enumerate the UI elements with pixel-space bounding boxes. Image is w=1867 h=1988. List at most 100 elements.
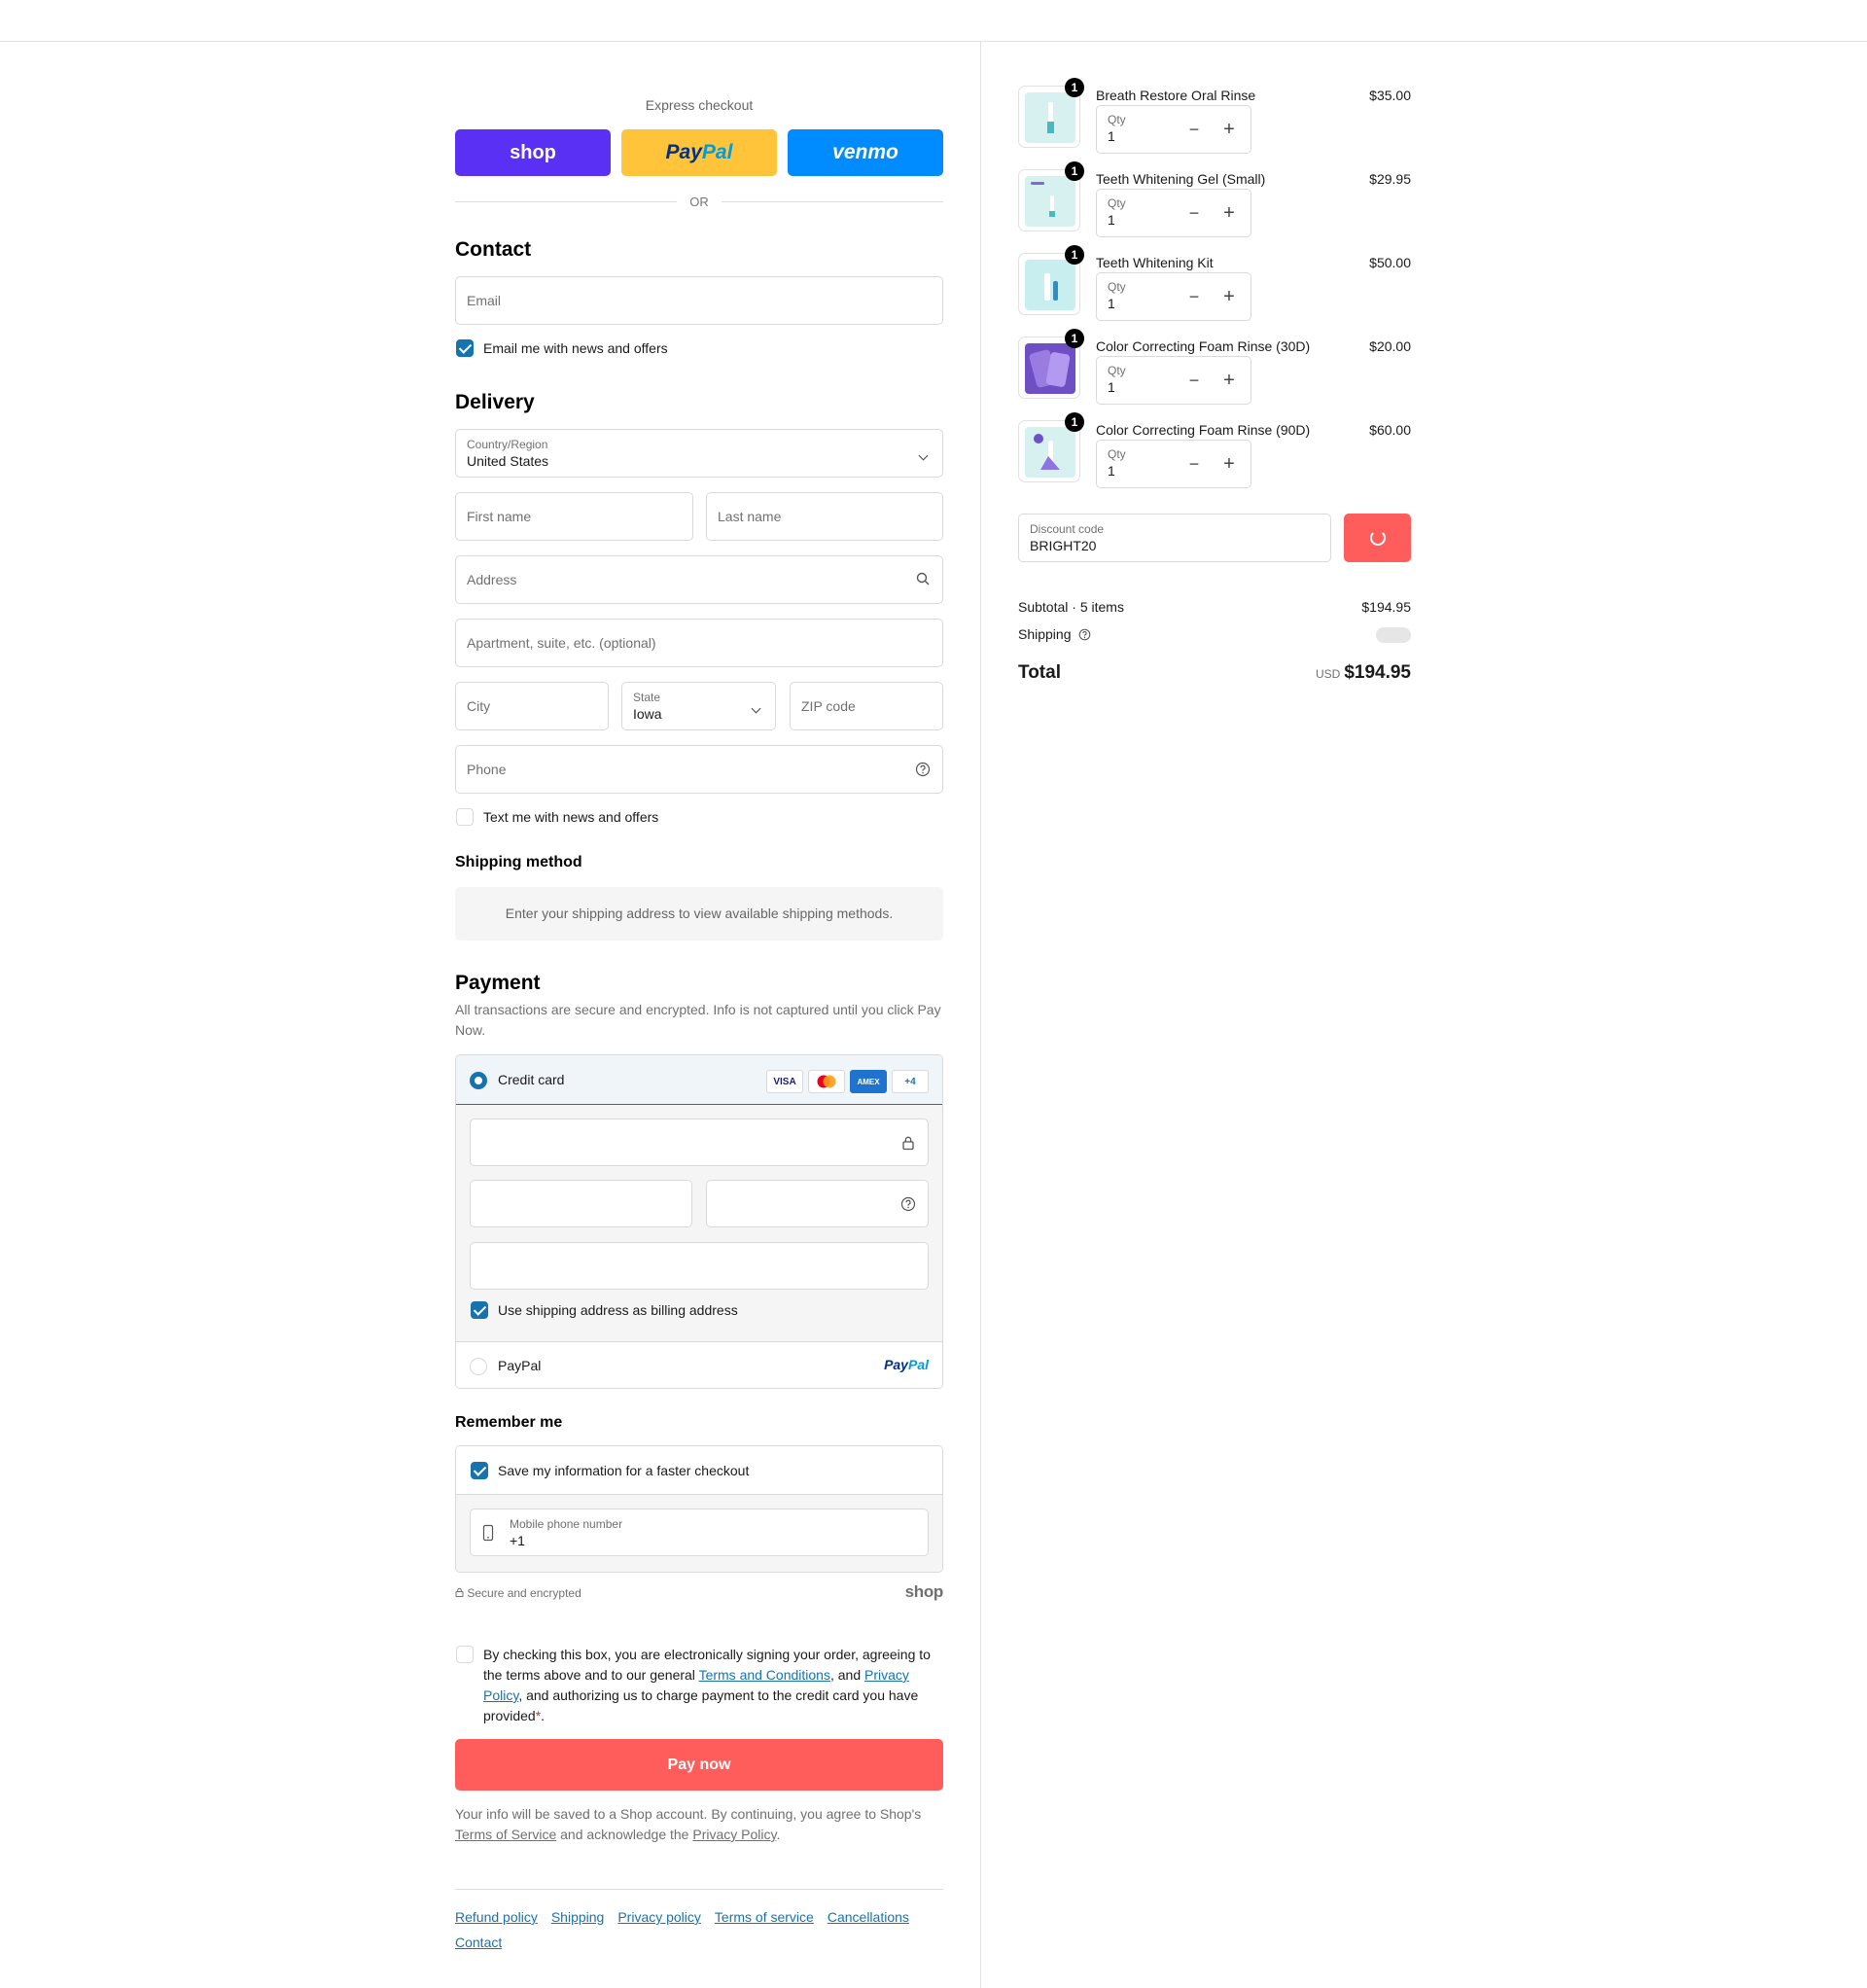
shipping-method-message: Enter your shipping address to view avai…	[455, 887, 943, 941]
email-field[interactable]: Email	[455, 276, 943, 325]
billing-address-checkbox[interactable]	[471, 1301, 488, 1319]
total-row: Total USD $194.95	[1018, 662, 1411, 692]
cancellations-link[interactable]: Cancellations	[828, 1909, 909, 1925]
search-icon	[915, 572, 931, 587]
increase-button[interactable]: +	[1222, 202, 1236, 225]
last-name-field[interactable]: Last name	[706, 492, 943, 541]
cart-item: 1 Teeth Whitening Kit $50.00 Qty 1 − +	[1018, 245, 1411, 337]
shipping-method-heading: Shipping method	[455, 854, 582, 870]
paypal-label: PayPal	[498, 1358, 542, 1373]
consent-checkbox[interactable]	[456, 1646, 474, 1663]
top-bar	[0, 0, 1867, 42]
apartment-field[interactable]: Apartment, suite, etc. (optional)	[455, 619, 943, 667]
payment-heading: Payment	[455, 972, 541, 994]
mobile-phone-icon	[482, 1524, 494, 1544]
city-field[interactable]: City	[455, 682, 609, 730]
chevron-down-icon	[751, 699, 761, 715]
decrease-button[interactable]: −	[1187, 120, 1201, 140]
item-price: $20.00	[1369, 338, 1411, 354]
shop-terms-link[interactable]: Terms of Service	[455, 1827, 556, 1842]
item-name: Teeth Whitening Kit	[1096, 255, 1214, 270]
discount-code-field[interactable]: Discount code BRIGHT20	[1018, 514, 1331, 562]
contact-link[interactable]: Contact	[455, 1935, 502, 1950]
terms-of-service-link[interactable]: Terms of service	[715, 1909, 814, 1925]
visa-icon: VISA	[766, 1070, 803, 1093]
state-select[interactable]: State Iowa	[621, 682, 776, 730]
email-news-checkbox[interactable]	[456, 339, 474, 357]
paypal-option[interactable]: PayPal PayPal	[456, 1341, 942, 1388]
decrease-button[interactable]: −	[1187, 371, 1201, 391]
credit-card-label: Credit card	[498, 1072, 565, 1087]
security-code-field[interactable]	[706, 1180, 929, 1227]
item-price: $29.95	[1369, 171, 1411, 187]
shop-pay-button[interactable]: shop	[455, 129, 611, 176]
name-on-card-field[interactable]	[470, 1242, 929, 1290]
decrease-button[interactable]: −	[1187, 203, 1201, 224]
shipping-row: Shipping	[1018, 626, 1411, 644]
privacy-policy-footer-link[interactable]: Privacy policy	[617, 1909, 701, 1925]
quantity-badge: 1	[1065, 78, 1084, 97]
pay-now-button[interactable]: Pay now	[455, 1739, 943, 1791]
paypal-logo: PayPal	[884, 1357, 929, 1372]
increase-button[interactable]: +	[1222, 370, 1236, 392]
payment-methods: Credit card VISA AMEX +4 Use shipping ad…	[455, 1054, 943, 1389]
shipping-label: Shipping	[1018, 626, 1072, 642]
help-icon[interactable]	[1078, 628, 1091, 644]
or-divider: OR	[455, 192, 943, 211]
text-news-label: Text me with news and offers	[483, 809, 659, 825]
cart-item: 1 Color Correcting Foam Rinse (90D) $60.…	[1018, 412, 1411, 504]
billing-address-label: Use shipping address as billing address	[498, 1302, 738, 1318]
item-price: $50.00	[1369, 255, 1411, 270]
paypal-radio[interactable]	[470, 1358, 487, 1375]
increase-button[interactable]: +	[1222, 453, 1236, 476]
cart-item: 1 Breath Restore Oral Rinse $35.00 Qty 1…	[1018, 78, 1411, 169]
item-name: Breath Restore Oral Rinse	[1096, 88, 1256, 103]
remember-me-box: Save my information for a faster checkou…	[455, 1445, 943, 1573]
apply-discount-button[interactable]	[1344, 514, 1411, 562]
quantity-badge: 1	[1065, 412, 1084, 432]
total-label: Total	[1018, 662, 1061, 683]
text-news-checkbox[interactable]	[456, 808, 474, 826]
credit-card-radio[interactable]	[470, 1072, 487, 1089]
mobile-phone-field[interactable]: Mobile phone number +1	[470, 1509, 929, 1556]
quantity-stepper[interactable]: Qty 1 − +	[1096, 272, 1251, 321]
express-checkout-title: Express checkout	[645, 97, 754, 113]
paypal-logo: PayPal	[665, 141, 733, 163]
amex-icon: AMEX	[850, 1070, 887, 1093]
item-name: Teeth Whitening Gel (Small)	[1096, 171, 1266, 187]
zip-field[interactable]: ZIP code	[790, 682, 943, 730]
subtotal-label: Subtotal · 5 items	[1018, 599, 1124, 615]
terms-link[interactable]: Terms and Conditions	[699, 1667, 830, 1683]
item-name: Color Correcting Foam Rinse (30D)	[1096, 338, 1311, 354]
help-icon[interactable]	[900, 1196, 916, 1212]
increase-button[interactable]: +	[1222, 119, 1236, 141]
shop-privacy-link[interactable]: Privacy Policy	[692, 1827, 776, 1842]
quantity-stepper[interactable]: Qty 1 − +	[1096, 105, 1251, 154]
first-name-field[interactable]: First name	[455, 492, 693, 541]
cart-item: 1 Color Correcting Foam Rinse (30D) $20.…	[1018, 329, 1411, 420]
refund-policy-link[interactable]: Refund policy	[455, 1909, 538, 1925]
card-number-field[interactable]	[470, 1118, 929, 1166]
expiration-field[interactable]	[470, 1180, 692, 1227]
quantity-stepper[interactable]: Qty 1 − +	[1096, 356, 1251, 405]
quantity-stepper[interactable]: Qty 1 − +	[1096, 440, 1251, 488]
credit-card-option[interactable]: Credit card VISA AMEX +4	[456, 1055, 942, 1105]
delivery-heading: Delivery	[455, 391, 535, 413]
phone-field[interactable]: Phone	[455, 745, 943, 794]
decrease-button[interactable]: −	[1187, 454, 1201, 475]
save-info-checkbox[interactable]	[471, 1462, 488, 1479]
increase-button[interactable]: +	[1222, 286, 1236, 308]
address-field[interactable]: Address	[455, 555, 943, 604]
email-news-label: Email me with news and offers	[483, 340, 668, 356]
footer-links: Refund policy Shipping Privacy policy Terms…	[455, 1904, 943, 1955]
shipping-policy-link[interactable]: Shipping	[551, 1909, 605, 1925]
quantity-stepper[interactable]: Qty 1 − +	[1096, 189, 1251, 237]
decrease-button[interactable]: −	[1187, 287, 1201, 307]
chevron-down-icon	[918, 446, 929, 462]
payment-note: All transactions are secure and encrypte…	[455, 1002, 941, 1038]
country-select[interactable]: Country/Region United States	[455, 429, 943, 478]
venmo-logo: venmo	[832, 141, 898, 163]
venmo-button[interactable]: venmo	[788, 129, 943, 176]
help-icon[interactable]	[915, 762, 931, 777]
paypal-express-button[interactable]: PayPal	[621, 129, 777, 176]
